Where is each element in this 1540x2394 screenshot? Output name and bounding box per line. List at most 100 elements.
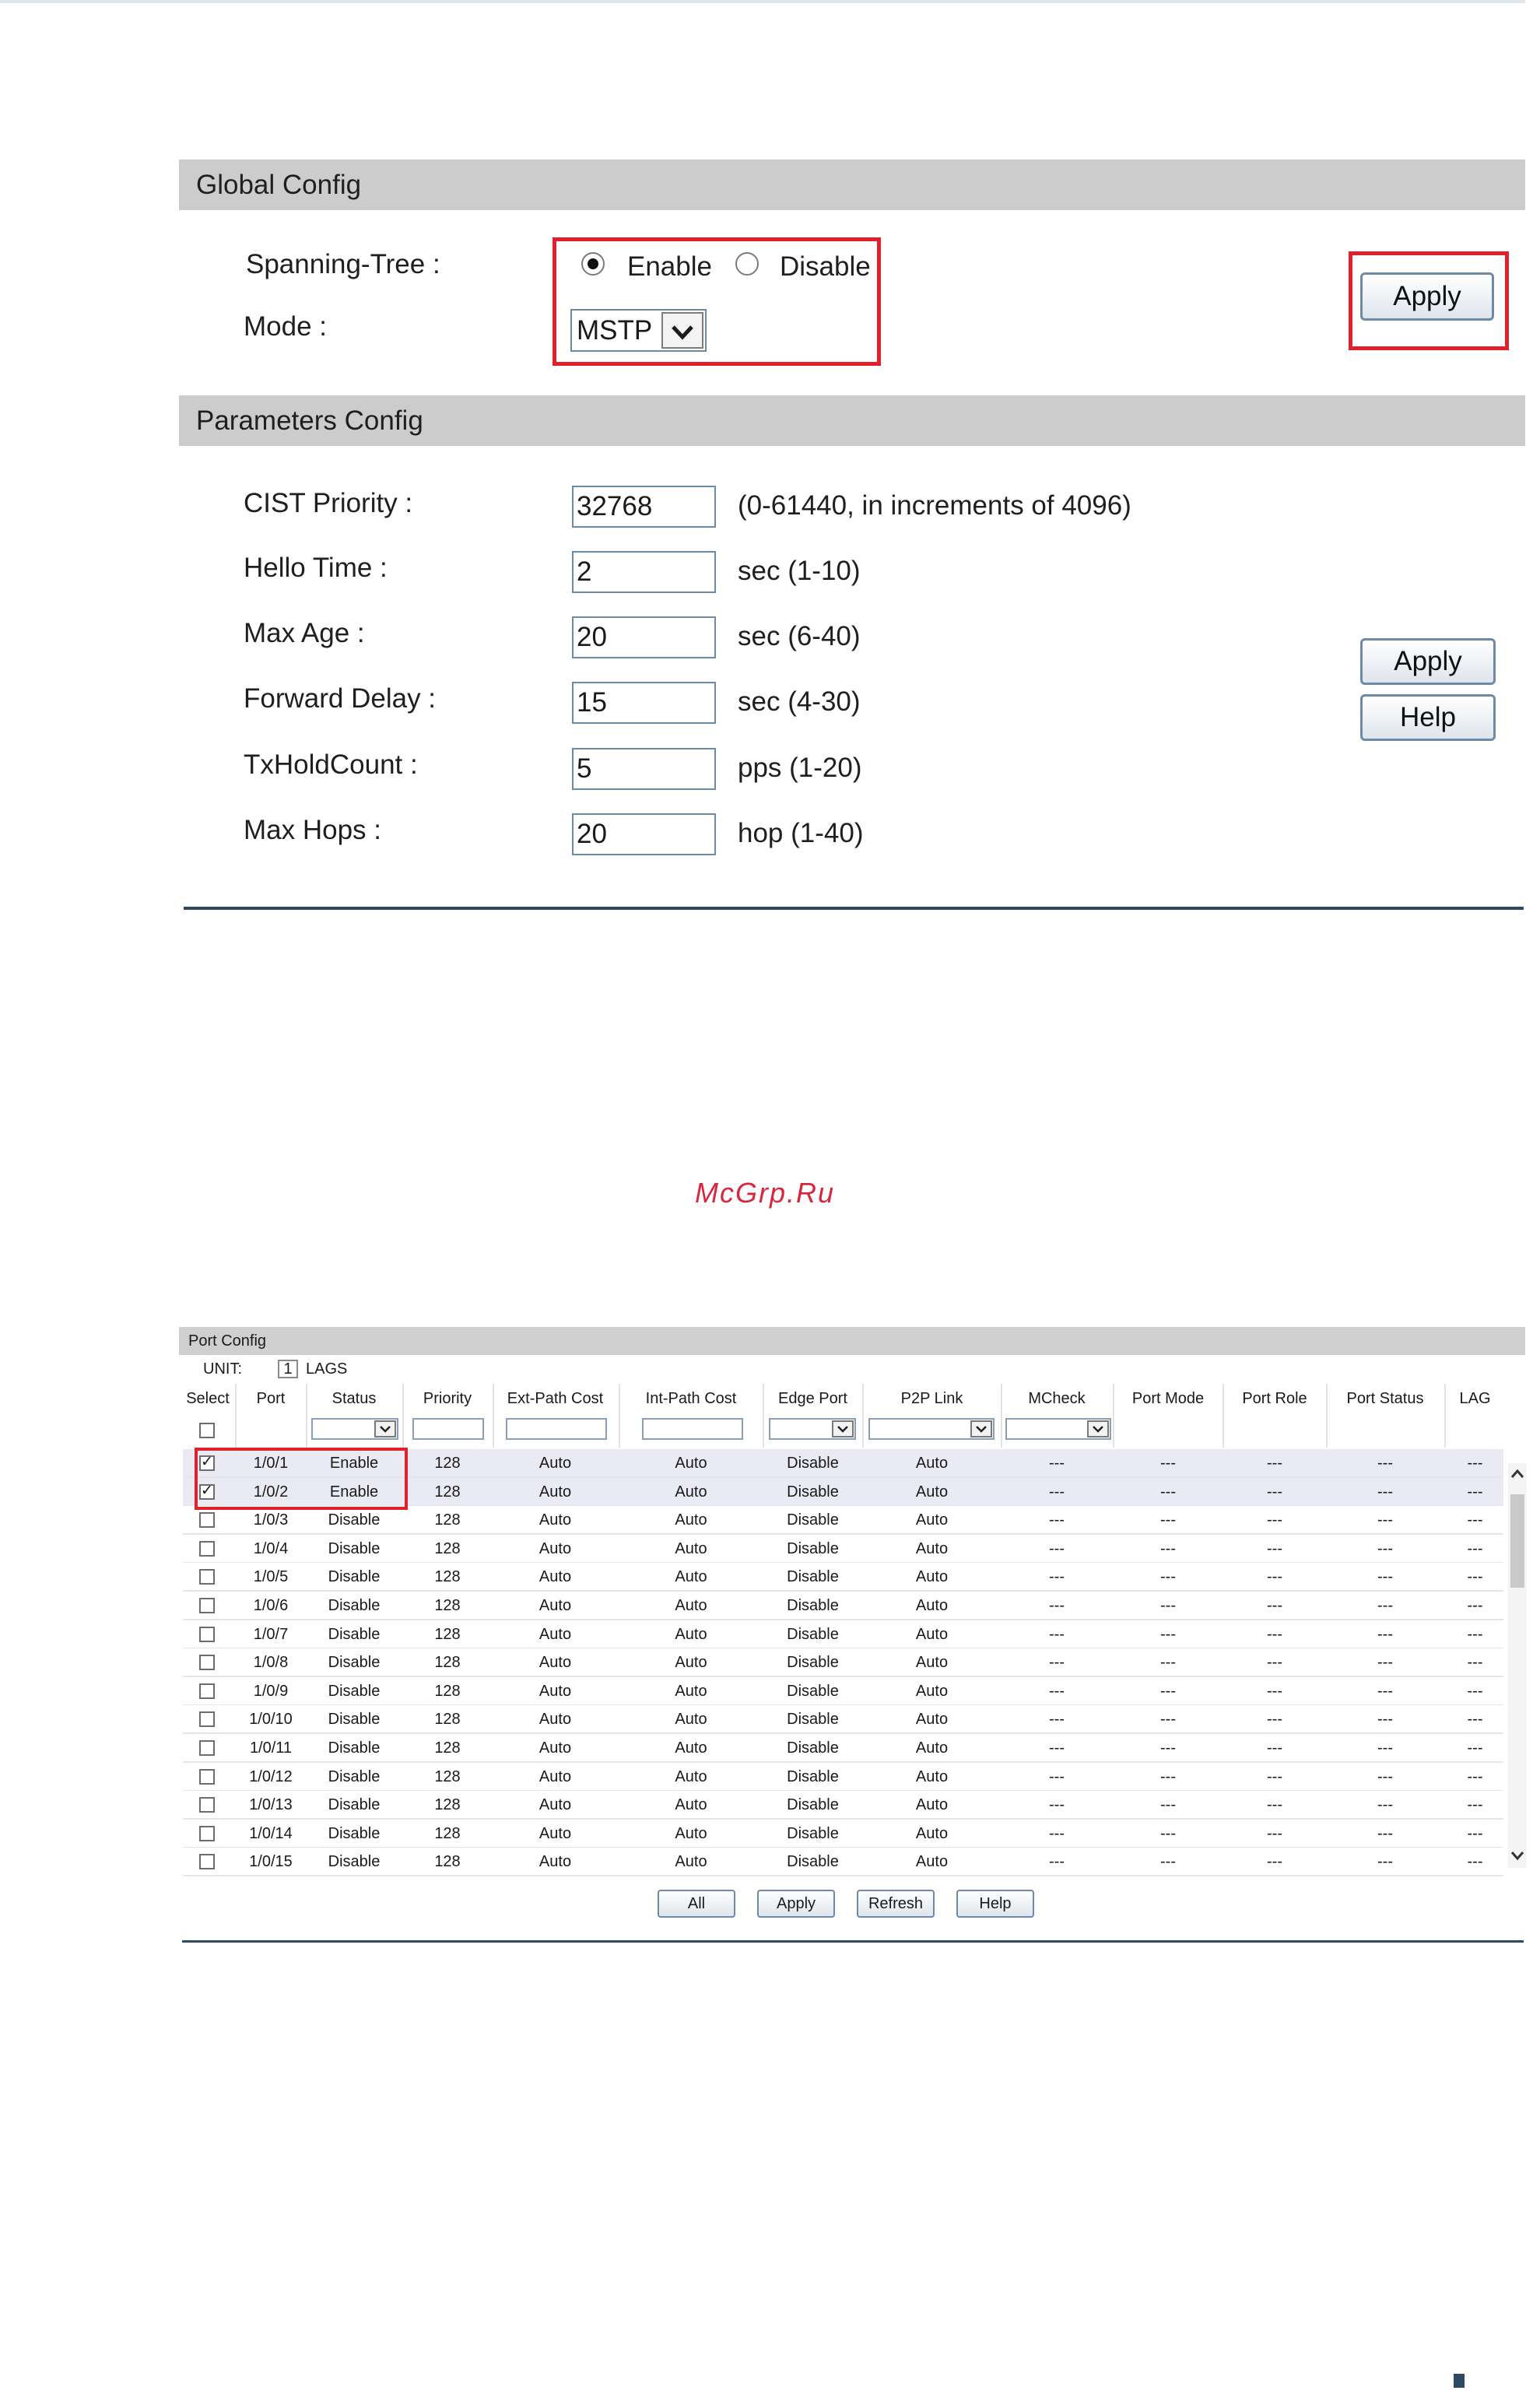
priority-cell: 128 [434, 1654, 461, 1671]
row-select-checkbox[interactable] [199, 1711, 215, 1727]
refresh-button[interactable]: Refresh [857, 1890, 935, 1918]
hello-time-input[interactable]: 2 [572, 551, 716, 593]
port-cell: 1/0/11 [249, 1739, 293, 1757]
parameters-apply-button[interactable]: Apply [1360, 638, 1496, 685]
int-path-cost-filter-input[interactable] [642, 1418, 743, 1440]
row-select-checkbox[interactable] [199, 1854, 215, 1869]
table-row[interactable]: 1/0/15 Disable 128 Auto Auto Disable Auto --- --… [183, 1848, 1503, 1876]
row-select-checkbox[interactable] [199, 1512, 215, 1528]
disable-radio[interactable] [735, 252, 759, 276]
parameters-help-button[interactable]: Help [1360, 694, 1496, 741]
edge-port-cell: Disable [787, 1739, 839, 1757]
row-select-checkbox[interactable] [199, 1569, 215, 1585]
table-row[interactable]: 1/0/13 Disable 128 Auto Auto Disable Auto --- --… [183, 1791, 1503, 1819]
priority-cell: 128 [434, 1568, 461, 1585]
cist-priority-range: (0-61440, in increments of 4096) [738, 490, 1131, 521]
row-select-checkbox[interactable] [199, 1740, 215, 1756]
row-select-checkbox[interactable] [199, 1598, 215, 1613]
mode-select[interactable]: MSTP [570, 309, 707, 352]
status-cell: Disable [328, 1540, 381, 1557]
mode-dropdown-button[interactable] [661, 312, 703, 349]
priority-filter-input[interactable] [412, 1418, 484, 1440]
table-scrollbar[interactable] [1508, 1463, 1527, 1868]
edge-port-filter-dropdown-button[interactable] [832, 1420, 854, 1437]
hello-time-label: Hello Time : [244, 553, 388, 583]
lags-tab[interactable]: LAGS [306, 1360, 347, 1378]
table-row[interactable]: 1/0/7 Disable 128 Auto Auto Disable Auto --- ---… [183, 1620, 1503, 1648]
enable-radio-label: Enable [627, 251, 712, 282]
unit-1-tab[interactable]: 1 [278, 1360, 298, 1378]
int-path-cost-cell: Auto [675, 1597, 707, 1614]
col-separator [493, 1384, 494, 1448]
lag-cell: --- [1467, 1483, 1483, 1501]
cist-priority-input[interactable]: 32768 [572, 486, 716, 528]
table-row[interactable]: 1/0/5 Disable 128 Auto Auto Disable Auto --- ---… [183, 1563, 1503, 1591]
edge-port-cell: Disable [787, 1483, 839, 1501]
port-cell: 1/0/13 [249, 1796, 293, 1813]
row-select-checkbox[interactable] [199, 1797, 215, 1813]
select-all-checkbox[interactable] [199, 1423, 215, 1438]
apply-button[interactable]: Apply [757, 1890, 835, 1918]
max-hops-input[interactable]: 20 [572, 813, 716, 855]
global-apply-button[interactable]: Apply [1360, 272, 1494, 321]
table-row[interactable]: 1/0/11 Disable 128 Auto Auto Disable Auto --- --… [183, 1734, 1503, 1762]
scroll-up-arrow-icon[interactable] [1508, 1463, 1527, 1487]
col-header-port-mode: Port Mode [1131, 1390, 1205, 1407]
row-select-checkbox[interactable] [199, 1541, 215, 1557]
forward-delay-label: Forward Delay : [244, 683, 437, 714]
chevron-down-icon [976, 1426, 987, 1433]
port-status-cell: --- [1377, 1626, 1393, 1643]
row-select-checkbox[interactable] [199, 1769, 215, 1785]
scrollbar-thumb[interactable] [1510, 1494, 1524, 1588]
status-filter-select[interactable] [311, 1418, 398, 1440]
row-select-checkbox[interactable] [199, 1627, 215, 1642]
port-status-cell: --- [1377, 1683, 1393, 1700]
row-select-checkbox[interactable] [199, 1826, 215, 1841]
port-status-cell: --- [1377, 1540, 1393, 1557]
txholdcount-input[interactable]: 5 [572, 748, 716, 790]
table-row[interactable]: 1/0/14 Disable 128 Auto Auto Disable Auto --- --… [183, 1820, 1503, 1848]
col-header-edge-port: Edge Port [778, 1390, 847, 1407]
table-row[interactable]: 1/0/4 Disable 128 Auto Auto Disable Auto --- ---… [183, 1535, 1503, 1563]
row-select-checkbox[interactable] [199, 1655, 215, 1670]
table-row[interactable]: 1/0/3 Disable 128 Auto Auto Disable Auto --- ---… [183, 1506, 1503, 1534]
status-cell: Disable [328, 1796, 381, 1813]
int-path-cost-cell: Auto [675, 1683, 707, 1700]
col-header-status: Status [332, 1390, 377, 1407]
mcheck-filter-select[interactable] [1005, 1418, 1111, 1440]
table-row[interactable]: 1/0/10 Disable 128 Auto Auto Disable Auto --- --… [183, 1705, 1503, 1733]
lag-cell: --- [1467, 1796, 1483, 1813]
help-button[interactable]: Help [956, 1890, 1034, 1918]
table-row[interactable]: 1/0/6 Disable 128 Auto Auto Disable Auto --- ---… [183, 1592, 1503, 1620]
edge-port-filter-select[interactable] [769, 1418, 856, 1440]
status-filter-dropdown-button[interactable] [374, 1420, 396, 1437]
ext-path-cost-filter-input[interactable] [506, 1418, 607, 1440]
lag-cell: --- [1467, 1768, 1483, 1785]
p2p-link-filter-dropdown-button[interactable] [970, 1420, 992, 1437]
p2p-link-filter-select[interactable] [868, 1418, 995, 1440]
status-cell: Disable [328, 1711, 381, 1728]
forward-delay-input[interactable]: 15 [572, 682, 716, 724]
scroll-down-arrow-icon[interactable] [1508, 1843, 1527, 1866]
mode-select-value: MSTP [577, 314, 653, 346]
col-separator [1001, 1384, 1002, 1448]
table-row[interactable]: 1/0/12 Disable 128 Auto Auto Disable Auto --- --… [183, 1763, 1503, 1791]
txholdcount-label: TxHoldCount : [244, 749, 418, 780]
all-button[interactable]: All [658, 1890, 735, 1918]
lag-cell: --- [1467, 1825, 1483, 1842]
status-cell: Disable [328, 1825, 381, 1842]
max-age-input[interactable]: 20 [572, 616, 716, 658]
edge-port-cell: Disable [787, 1626, 839, 1643]
table-row[interactable]: 1/0/9 Disable 128 Auto Auto Disable Auto --- ---… [183, 1677, 1503, 1705]
row-select-checkbox[interactable] [199, 1683, 215, 1699]
table-row[interactable]: 1/0/8 Disable 128 Auto Auto Disable Auto --- ---… [183, 1648, 1503, 1676]
int-path-cost-cell: Auto [675, 1626, 707, 1643]
p2p-link-cell: Auto [915, 1568, 949, 1585]
port-config-title: Port Config [188, 1332, 267, 1350]
port-mode-cell: --- [1160, 1654, 1176, 1671]
enable-radio[interactable] [581, 252, 605, 276]
lag-cell: --- [1467, 1739, 1483, 1757]
port-mode-cell: --- [1160, 1683, 1176, 1700]
mcheck-filter-dropdown-button[interactable] [1087, 1420, 1109, 1437]
priority-cell: 128 [434, 1597, 461, 1614]
